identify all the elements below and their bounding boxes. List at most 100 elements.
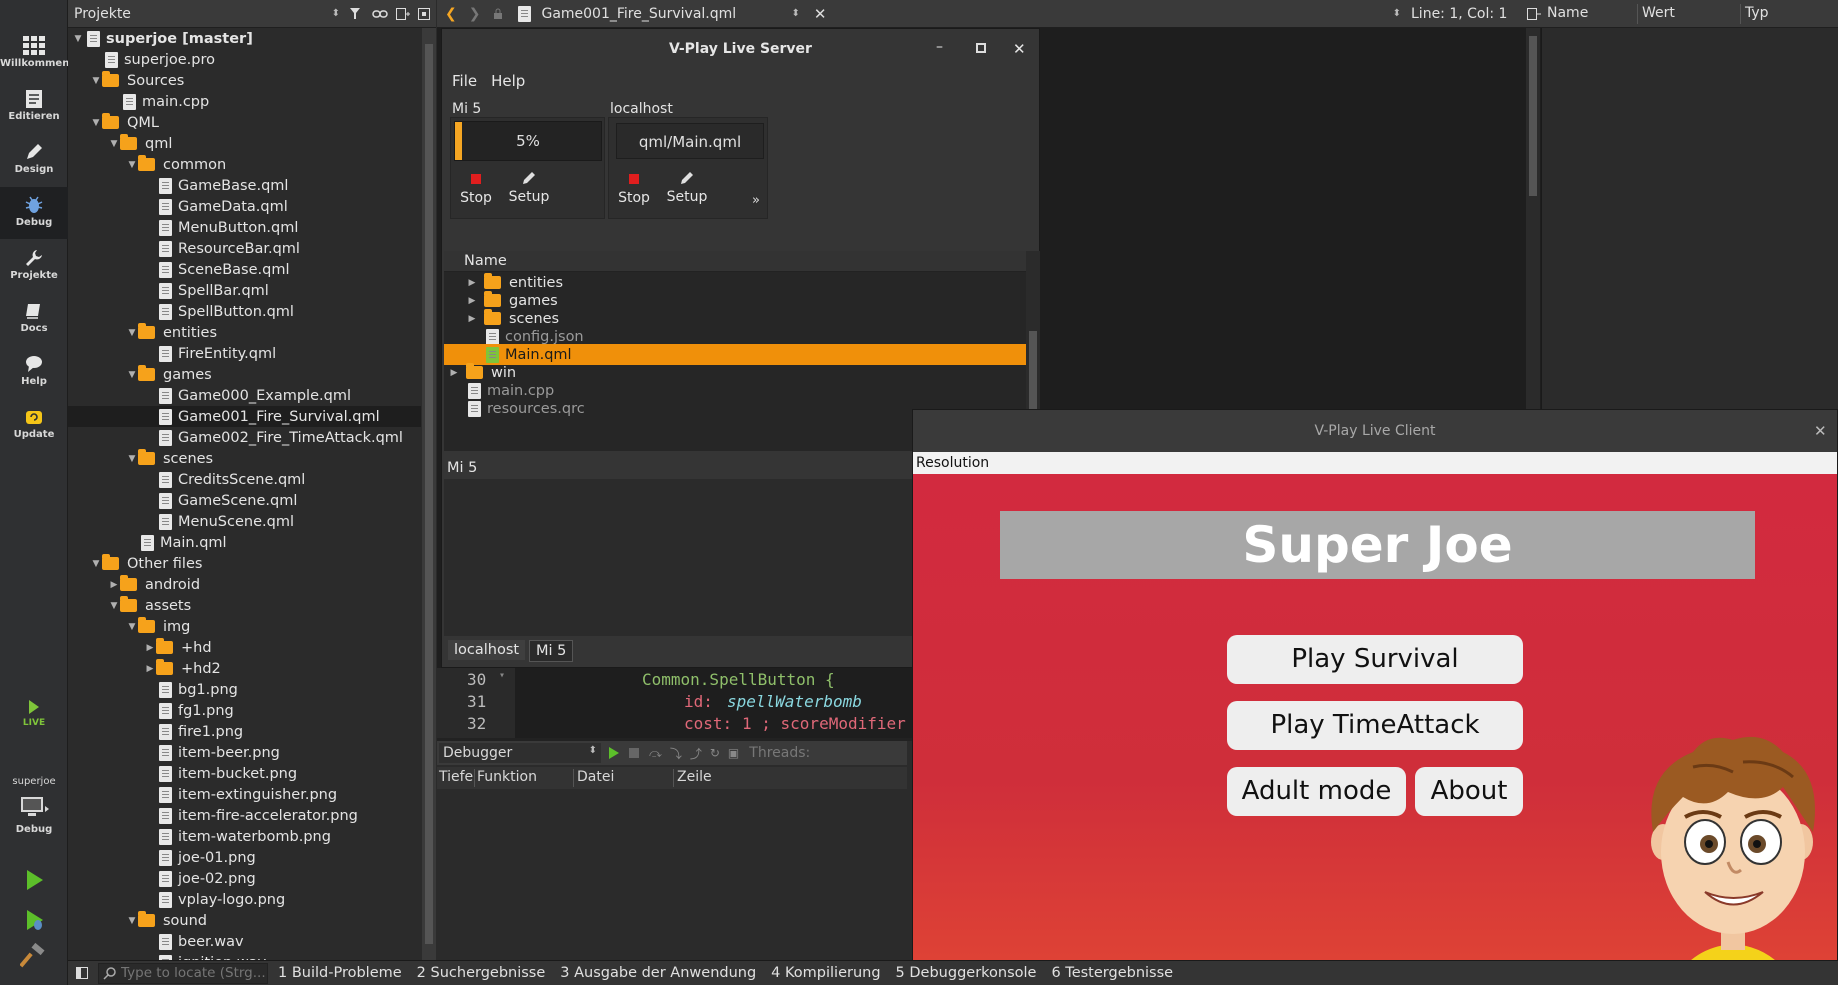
vars-col-type[interactable]: Typ (1745, 5, 1769, 21)
continue-icon[interactable] (607, 747, 621, 759)
collapse-arrow-icon[interactable]: ▼ (90, 118, 102, 128)
tree-folder[interactable]: ▼ qml (68, 133, 421, 154)
expand-arrow-icon[interactable]: ▶ (466, 296, 478, 306)
debug-run-button[interactable] (20, 906, 48, 934)
tree-folder[interactable]: ▶ +hd2 (68, 658, 421, 679)
file-tree-header[interactable]: Name (444, 251, 1040, 272)
live-button[interactable]: LIVE (22, 700, 46, 728)
vars-col-value[interactable]: Wert (1642, 5, 1675, 21)
collapse-arrow-icon[interactable]: ▼ (126, 622, 138, 632)
close-file-icon[interactable]: ✕ (814, 5, 827, 23)
mode-design[interactable]: Design (0, 134, 68, 186)
setup-button[interactable]: Setup (662, 171, 712, 205)
tree-folder[interactable]: ▼ img (68, 616, 421, 637)
collapse-arrow-icon[interactable]: ▼ (108, 601, 120, 611)
tree-folder[interactable]: ▶ android (68, 574, 421, 595)
stack-col[interactable]: Datei (577, 769, 614, 785)
editor-scroll-thumb[interactable] (1529, 36, 1537, 196)
tree-folder[interactable]: ▼ QML (68, 112, 421, 133)
tree-file[interactable]: item-extinguisher.png (68, 784, 421, 805)
expand-arrow-icon[interactable]: ▶ (466, 278, 478, 288)
tree-file[interactable]: CreditsScene.qml (68, 469, 421, 490)
tree-file[interactable]: item-beer.png (68, 742, 421, 763)
tree-file[interactable]: fire1.png (68, 721, 421, 742)
client-close-icon[interactable]: ✕ (1814, 410, 1827, 452)
tree-folder[interactable]: ▼ common (68, 154, 421, 175)
collapse-arrow-icon[interactable]: ▼ (126, 916, 138, 926)
split-editor-icon[interactable] (1527, 8, 1541, 20)
stack-col[interactable]: Zeile (677, 769, 712, 785)
tree-folder[interactable]: ▼ games (68, 364, 421, 385)
expand-arrow-icon[interactable]: ▶ (144, 664, 156, 674)
split-icon[interactable] (396, 7, 410, 20)
tree-file[interactable]: main.cpp (68, 91, 421, 112)
stop-button[interactable]: Stop (614, 174, 654, 206)
mode-docs[interactable]: Docs (0, 293, 68, 345)
expand-arrow-icon[interactable]: ▶ (448, 368, 460, 378)
tree-file[interactable]: Game001_Fire_Survival.qml (68, 406, 421, 427)
kit-selector[interactable]: Debug (0, 796, 68, 844)
open-file-tab[interactable]: Game001_Fire_Survival.qml (541, 6, 791, 22)
tab-search-results[interactable]: 2 Suchergebnisse (417, 965, 546, 981)
tree-file[interactable]: item-fire-accelerator.png (68, 805, 421, 826)
collapse-arrow-icon[interactable]: ▼ (126, 454, 138, 464)
log-tab-localhost[interactable]: localhost (448, 640, 526, 660)
collapse-arrow-icon[interactable]: ▼ (126, 328, 138, 338)
tree-file[interactable]: Main.qml (68, 532, 421, 553)
debugger-selector[interactable]: Debugger ⬍ (439, 743, 601, 763)
maximize-icon[interactable] (976, 43, 986, 53)
mode-edit[interactable]: Editieren (0, 81, 68, 133)
collapse-arrow-icon[interactable]: ▼ (90, 76, 102, 86)
tree-file[interactable]: vplay-logo.png (68, 889, 421, 910)
tree-folder[interactable]: ▶ +hd (68, 637, 421, 658)
mode-projects[interactable]: Projekte (0, 240, 68, 292)
back-arrow-icon[interactable]: ❮ (445, 6, 457, 22)
tree-folder[interactable]: ▼ Other files (68, 553, 421, 574)
tree-file[interactable]: FireEntity.qml (68, 343, 421, 364)
tree-file[interactable]: joe-02.png (68, 868, 421, 889)
forward-arrow-icon[interactable]: ❯ (469, 6, 481, 22)
resolution-menu[interactable]: Resolution (913, 452, 1837, 474)
about-button[interactable]: About (1415, 767, 1523, 816)
editor-scrollbar[interactable] (1526, 28, 1540, 409)
tab-test-results[interactable]: 6 Testergebnisse (1051, 965, 1173, 981)
step-out-icon[interactable]: ⤴ (690, 745, 702, 762)
tree-folder[interactable]: ▼ assets (68, 595, 421, 616)
collapse-arrow-icon[interactable]: ▼ (90, 559, 102, 569)
mode-update[interactable]: Update (0, 399, 68, 451)
sidebar-toggle-icon[interactable] (76, 967, 88, 979)
mode-welcome[interactable]: Willkommen (0, 28, 69, 80)
setup-button[interactable]: Setup (504, 171, 554, 205)
tree-folder[interactable]: ▼ entities (68, 322, 421, 343)
tree-file[interactable]: GameScene.qml (68, 490, 421, 511)
tree-file[interactable]: MenuButton.qml (68, 217, 421, 238)
menu-file[interactable]: File (452, 72, 477, 90)
tree-scrollbar[interactable] (422, 28, 436, 960)
device-file[interactable]: qml/Main.qml (616, 123, 764, 159)
projects-selector[interactable]: Projekte (74, 6, 332, 22)
mode-debug[interactable]: Debug (0, 187, 68, 239)
tree-folder[interactable]: ▼ scenes (68, 448, 421, 469)
tree-scroll-thumb[interactable] (425, 44, 433, 944)
close-pane-icon[interactable] (418, 7, 430, 20)
stop-debug-icon[interactable] (629, 748, 639, 758)
collapse-arrow-icon[interactable]: ▼ (72, 34, 84, 44)
more-devices-icon[interactable]: » (752, 193, 760, 208)
tree-file[interactable]: ignition.wav (68, 952, 421, 960)
tree-file[interactable]: fg1.png (68, 700, 421, 721)
log-tab-mi5[interactable]: Mi 5 (529, 640, 574, 662)
tab-app-output[interactable]: 3 Ausgabe der Anwendung (560, 965, 756, 981)
link-icon[interactable] (372, 9, 388, 19)
expand-arrow-icon[interactable]: ▶ (466, 314, 478, 324)
restart-icon[interactable]: ↻ (710, 746, 720, 760)
tree-file[interactable]: ResourceBar.qml (68, 238, 421, 259)
stack-col[interactable]: Funktion (477, 769, 537, 785)
tab-compile-output[interactable]: 4 Kompilierung (771, 965, 880, 981)
fold-arrow-icon[interactable]: ▾ (499, 670, 505, 681)
tree-file[interactable]: MenuScene.qml (68, 511, 421, 532)
updown-icon[interactable]: ⬍ (332, 8, 340, 19)
tree-file[interactable]: item-bucket.png (68, 763, 421, 784)
step-over-icon[interactable]: ⤼ (649, 746, 662, 761)
tree-file[interactable]: SpellBar.qml (68, 280, 421, 301)
step-into-icon[interactable]: ⤵ (670, 745, 682, 762)
